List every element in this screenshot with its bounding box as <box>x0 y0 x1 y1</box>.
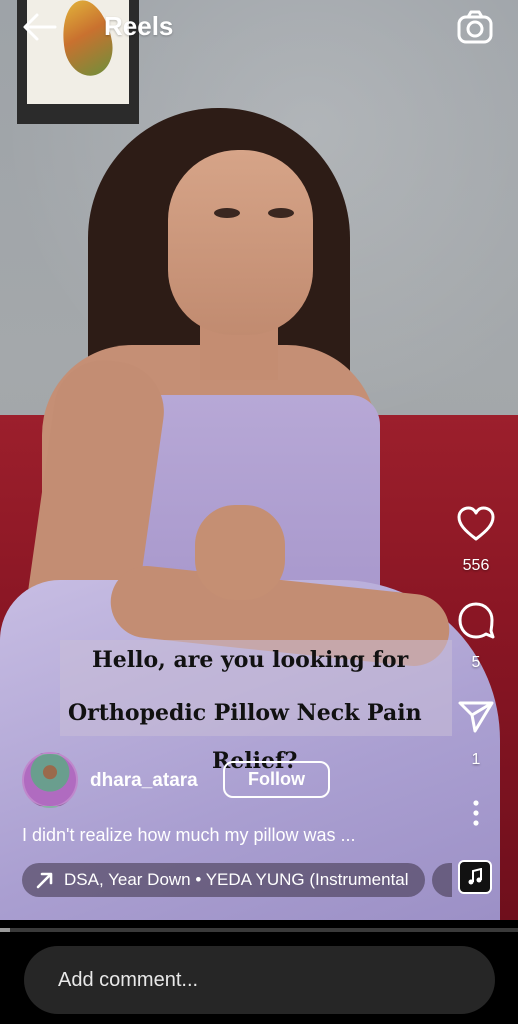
music-note-icon <box>468 868 482 885</box>
like-button[interactable] <box>452 505 500 543</box>
username[interactable]: dhara_atara <box>90 770 198 792</box>
share-button[interactable] <box>452 700 500 736</box>
person-hand <box>195 505 285 600</box>
overlay-text-line-2: Orthopedic Pillow Neck Pain <box>68 700 422 726</box>
back-button[interactable] <box>22 10 58 44</box>
more-options-button[interactable] <box>452 799 500 827</box>
person-eye-left <box>214 208 240 218</box>
audio-track-label: DSA, Year Down • YEDA YUNG (Instrumental <box>64 870 409 889</box>
playback-progress-bar[interactable] <box>0 928 518 932</box>
like-count: 556 <box>462 557 490 574</box>
person-eye-right <box>268 208 294 218</box>
reel-caption[interactable]: I didn't realize how much my pillow was … <box>22 825 422 846</box>
comment-placeholder: Add comment... <box>58 968 199 991</box>
share-count: 1 <box>471 751 481 768</box>
more-vertical-icon <box>473 800 479 826</box>
avatar[interactable] <box>22 752 78 808</box>
comment-input[interactable]: Add comment... <box>24 946 495 1014</box>
person-face <box>168 150 313 335</box>
comment-button[interactable] <box>452 600 500 640</box>
camera-button[interactable] <box>456 9 494 45</box>
follow-button[interactable]: Follow <box>223 761 330 798</box>
top-bar: Reels <box>0 0 518 56</box>
arrow-left-icon <box>23 13 57 41</box>
comment-count: 5 <box>471 654 481 671</box>
comment-bubble-icon <box>458 602 495 639</box>
send-icon <box>458 701 494 733</box>
audio-track-pill[interactable]: DSA, Year Down • YEDA YUNG (Instrumental <box>22 863 425 897</box>
camera-icon <box>457 10 493 44</box>
heart-icon <box>457 506 495 541</box>
trending-arrow-icon <box>36 872 53 889</box>
playback-progress-fill <box>0 928 11 932</box>
page-title: Reels <box>104 11 174 41</box>
audio-thumbnail[interactable] <box>458 860 492 894</box>
overlay-text-line-1: Hello, are you looking for <box>92 647 409 673</box>
